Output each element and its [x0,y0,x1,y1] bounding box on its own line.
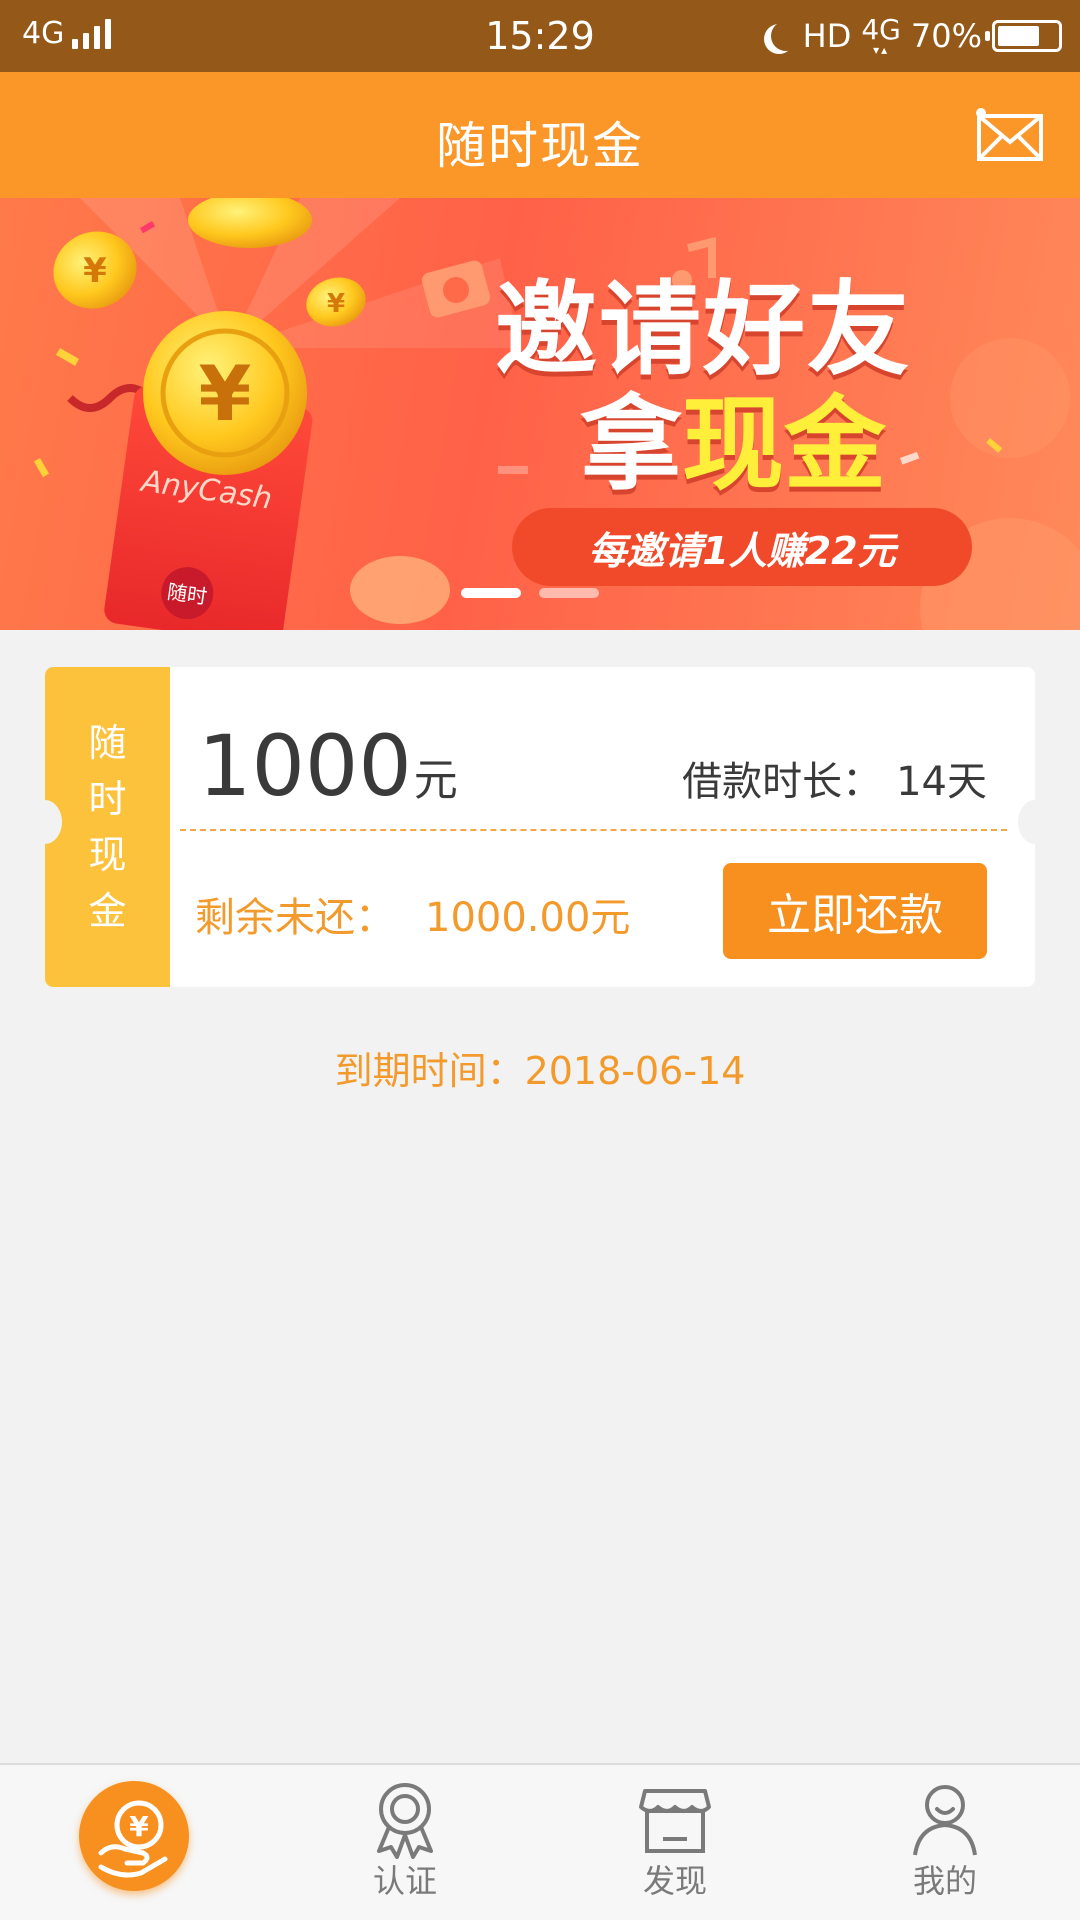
nav-item-home[interactable]: ¥ [0,1765,270,1920]
nav-item-mine[interactable]: 我的 [810,1765,1080,1920]
badge-icon [377,1783,433,1859]
loan-amount: 1000 元 [198,717,458,815]
banner-subline-prefix: 拿 [580,386,682,505]
moon-icon [771,21,801,51]
banner-subline: 拿现金 [580,363,886,510]
loan-term: 借款时长： 14天 [682,749,987,807]
status-icons: HD 4G ▾▴ 70% [763,16,1062,56]
svg-text:¥: ¥ [129,1810,149,1843]
loan-card: 随 时 现 金 1000 元 借款时长： 14天 剩余未还： 1000.00元 … [45,667,1035,987]
bottom-nav: ¥ 认证 发现 我的 [0,1763,1080,1920]
loan-amount-unit: 元 [413,755,458,806]
user-icon [913,1785,977,1856]
mail-icon[interactable] [976,108,1044,162]
battery-percent: 70% [910,17,982,55]
dashed-divider [180,829,1007,831]
nav-label-discover: 发现 [642,1862,707,1900]
svg-text:¥: ¥ [199,349,252,438]
card-notch-right [1018,800,1035,844]
nav-label-verify: 认证 [372,1862,437,1900]
status-bar: 4G 15:29 HD 4G ▾▴ 70% [0,0,1080,72]
remaining-label: 剩余未还： [195,895,395,941]
battery-icon [985,20,1062,52]
page-title: 随时现金 [436,117,644,175]
loan-term-value: 14天 [896,759,987,805]
repay-now-button[interactable]: 立即还款 [723,863,987,959]
remaining-value: 1000.00元 [425,895,631,941]
loan-term-label: 借款时长： [682,759,883,805]
svg-text:¥: ¥ [83,251,107,291]
banner-pill: 每邀请1人赚22元 [512,508,972,586]
svg-text:¥: ¥ [327,289,345,319]
banner-subline-highlight: 现金 [682,386,886,505]
hd-label: HD [802,17,852,55]
strip-char-2: 时 [88,777,127,821]
strip-char-4: 金 [88,889,127,933]
yuan-hand-icon: ¥ [98,1800,168,1878]
strip-char-1: 随 [88,721,127,765]
loan-amount-value: 1000 [198,717,412,815]
strip-char-3: 现 [88,833,127,877]
carousel-dot-1[interactable] [461,588,521,598]
store-icon [639,1789,711,1853]
net-type-label: 4G [861,13,901,46]
nav-item-discover[interactable]: 发现 [540,1765,810,1920]
carousel-dot-2[interactable] [539,588,599,598]
nav-label-mine: 我的 [912,1862,977,1900]
promo-banner[interactable]: ¥ ¥ AnyCash 随时 ¥ 邀请好友 拿现金 每邀请1人赚22元 [0,198,1080,630]
net-type-icon: 4G ▾▴ [861,13,901,57]
nav-item-verify[interactable]: 认证 [270,1765,540,1920]
carousel-indicator [461,588,599,598]
due-date: 到期时间：2018-06-14 [334,1049,746,1093]
card-side-strip: 随 时 现 金 [45,667,170,987]
remaining-balance: 剩余未还： 1000.00元 [195,885,630,943]
title-bar: 随时现金 [0,72,1080,198]
